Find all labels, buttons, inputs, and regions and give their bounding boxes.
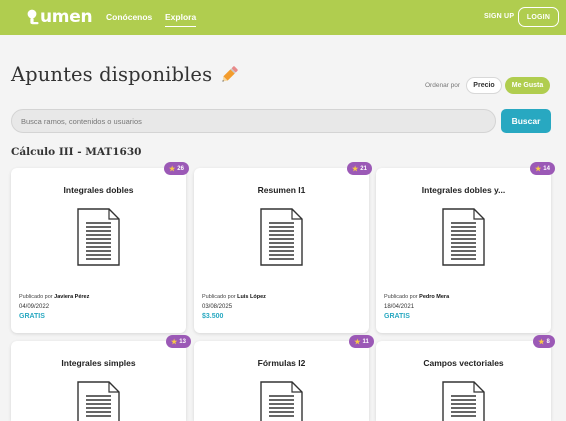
likes-count: 8 xyxy=(546,338,550,345)
document-icon xyxy=(260,381,303,421)
likes-badge: ★ 11 xyxy=(349,335,374,348)
order-by-label: Ordenar por xyxy=(425,82,461,89)
card-title: Fórmulas I2 xyxy=(257,358,306,368)
likes-badge: ★ 13 xyxy=(166,335,191,348)
likes-count: 14 xyxy=(543,165,550,172)
pencil-icon xyxy=(222,65,238,82)
card-title: Resumen I1 xyxy=(257,185,306,195)
star-icon: ★ xyxy=(169,165,176,173)
card-date: 18/04/2021 xyxy=(384,304,415,310)
card-publisher: Publicado por Javiera Pérez xyxy=(19,294,89,300)
note-card[interactable]: Resumen I1 Publicado por Luis López 03/0… xyxy=(194,168,369,333)
page-title-text: Apuntes disponibles xyxy=(11,63,213,86)
card-price: GRATIS xyxy=(19,313,45,320)
page-title: Apuntes disponibles xyxy=(11,63,240,86)
card-price: $3.500 xyxy=(202,313,224,320)
likes-badge: ★ 21 xyxy=(347,162,372,175)
likes-badge: ★ 14 xyxy=(530,162,555,175)
document-icon xyxy=(77,381,120,421)
card-publisher: Publicado por Luis López xyxy=(202,294,266,300)
star-icon: ★ xyxy=(538,338,545,346)
likes-badge: ★ 26 xyxy=(164,162,189,175)
star-icon: ★ xyxy=(352,165,359,173)
card-title: Integrales simples xyxy=(61,358,136,368)
likes-count: 26 xyxy=(177,165,184,172)
document-icon xyxy=(442,381,485,421)
note-card[interactable]: Integrales dobles Publicado por Javiera … xyxy=(11,168,186,333)
note-card[interactable]: Fórmulas I2 xyxy=(194,341,369,421)
nav-conocenos[interactable]: Conócenos xyxy=(106,12,152,22)
lightbulb-icon xyxy=(27,9,39,25)
author-name[interactable]: Luis López xyxy=(237,294,266,300)
sort-megusta-button[interactable]: Me Gusta xyxy=(505,77,550,94)
search-input[interactable]: Busca ramos, contenidos o usuarios xyxy=(11,109,496,133)
card-publisher: Publicado por Pedro Mera xyxy=(384,294,449,300)
signup-button[interactable]: SIGN UP xyxy=(484,13,514,20)
published-by-label: Publicado por xyxy=(19,294,53,300)
sort-precio-button[interactable]: Precio xyxy=(466,77,502,94)
card-title: Integrales dobles y... xyxy=(421,185,506,195)
author-name[interactable]: Javiera Pérez xyxy=(54,294,89,300)
card-price: GRATIS xyxy=(384,313,410,320)
document-icon xyxy=(260,208,303,266)
login-button[interactable]: LOGIN xyxy=(518,7,559,27)
likes-badge: ★ 8 xyxy=(533,335,555,348)
card-title: Campos vectoriales xyxy=(423,358,504,368)
star-icon: ★ xyxy=(535,165,542,173)
likes-count: 11 xyxy=(362,338,369,345)
document-icon xyxy=(77,208,120,266)
course-heading: Cálculo III - MAT1630 xyxy=(11,146,142,158)
logo-text: umen xyxy=(40,7,93,27)
card-date: 04/09/2022 xyxy=(19,304,50,310)
note-card[interactable]: Campos vectoriales xyxy=(376,341,551,421)
author-name[interactable]: Pedro Mera xyxy=(419,294,449,300)
likes-count: 13 xyxy=(179,338,186,345)
star-icon: ★ xyxy=(171,338,178,346)
nav-explora[interactable]: Explora xyxy=(165,12,197,27)
likes-count: 21 xyxy=(360,165,367,172)
search-button[interactable]: Buscar xyxy=(501,109,551,133)
lumen-logo[interactable]: umen xyxy=(27,7,93,27)
published-by-label: Publicado por xyxy=(202,294,236,300)
published-by-label: Publicado por xyxy=(384,294,418,300)
note-card[interactable]: Integrales dobles y... Publicado por Ped… xyxy=(376,168,551,333)
card-date: 03/08/2025 xyxy=(202,304,233,310)
star-icon: ★ xyxy=(354,338,361,346)
document-icon xyxy=(442,208,485,266)
card-title: Integrales dobles xyxy=(63,185,134,195)
top-navbar: umen Conócenos Explora SIGN UP LOGIN xyxy=(0,0,566,35)
note-card[interactable]: Integrales simples xyxy=(11,341,186,421)
